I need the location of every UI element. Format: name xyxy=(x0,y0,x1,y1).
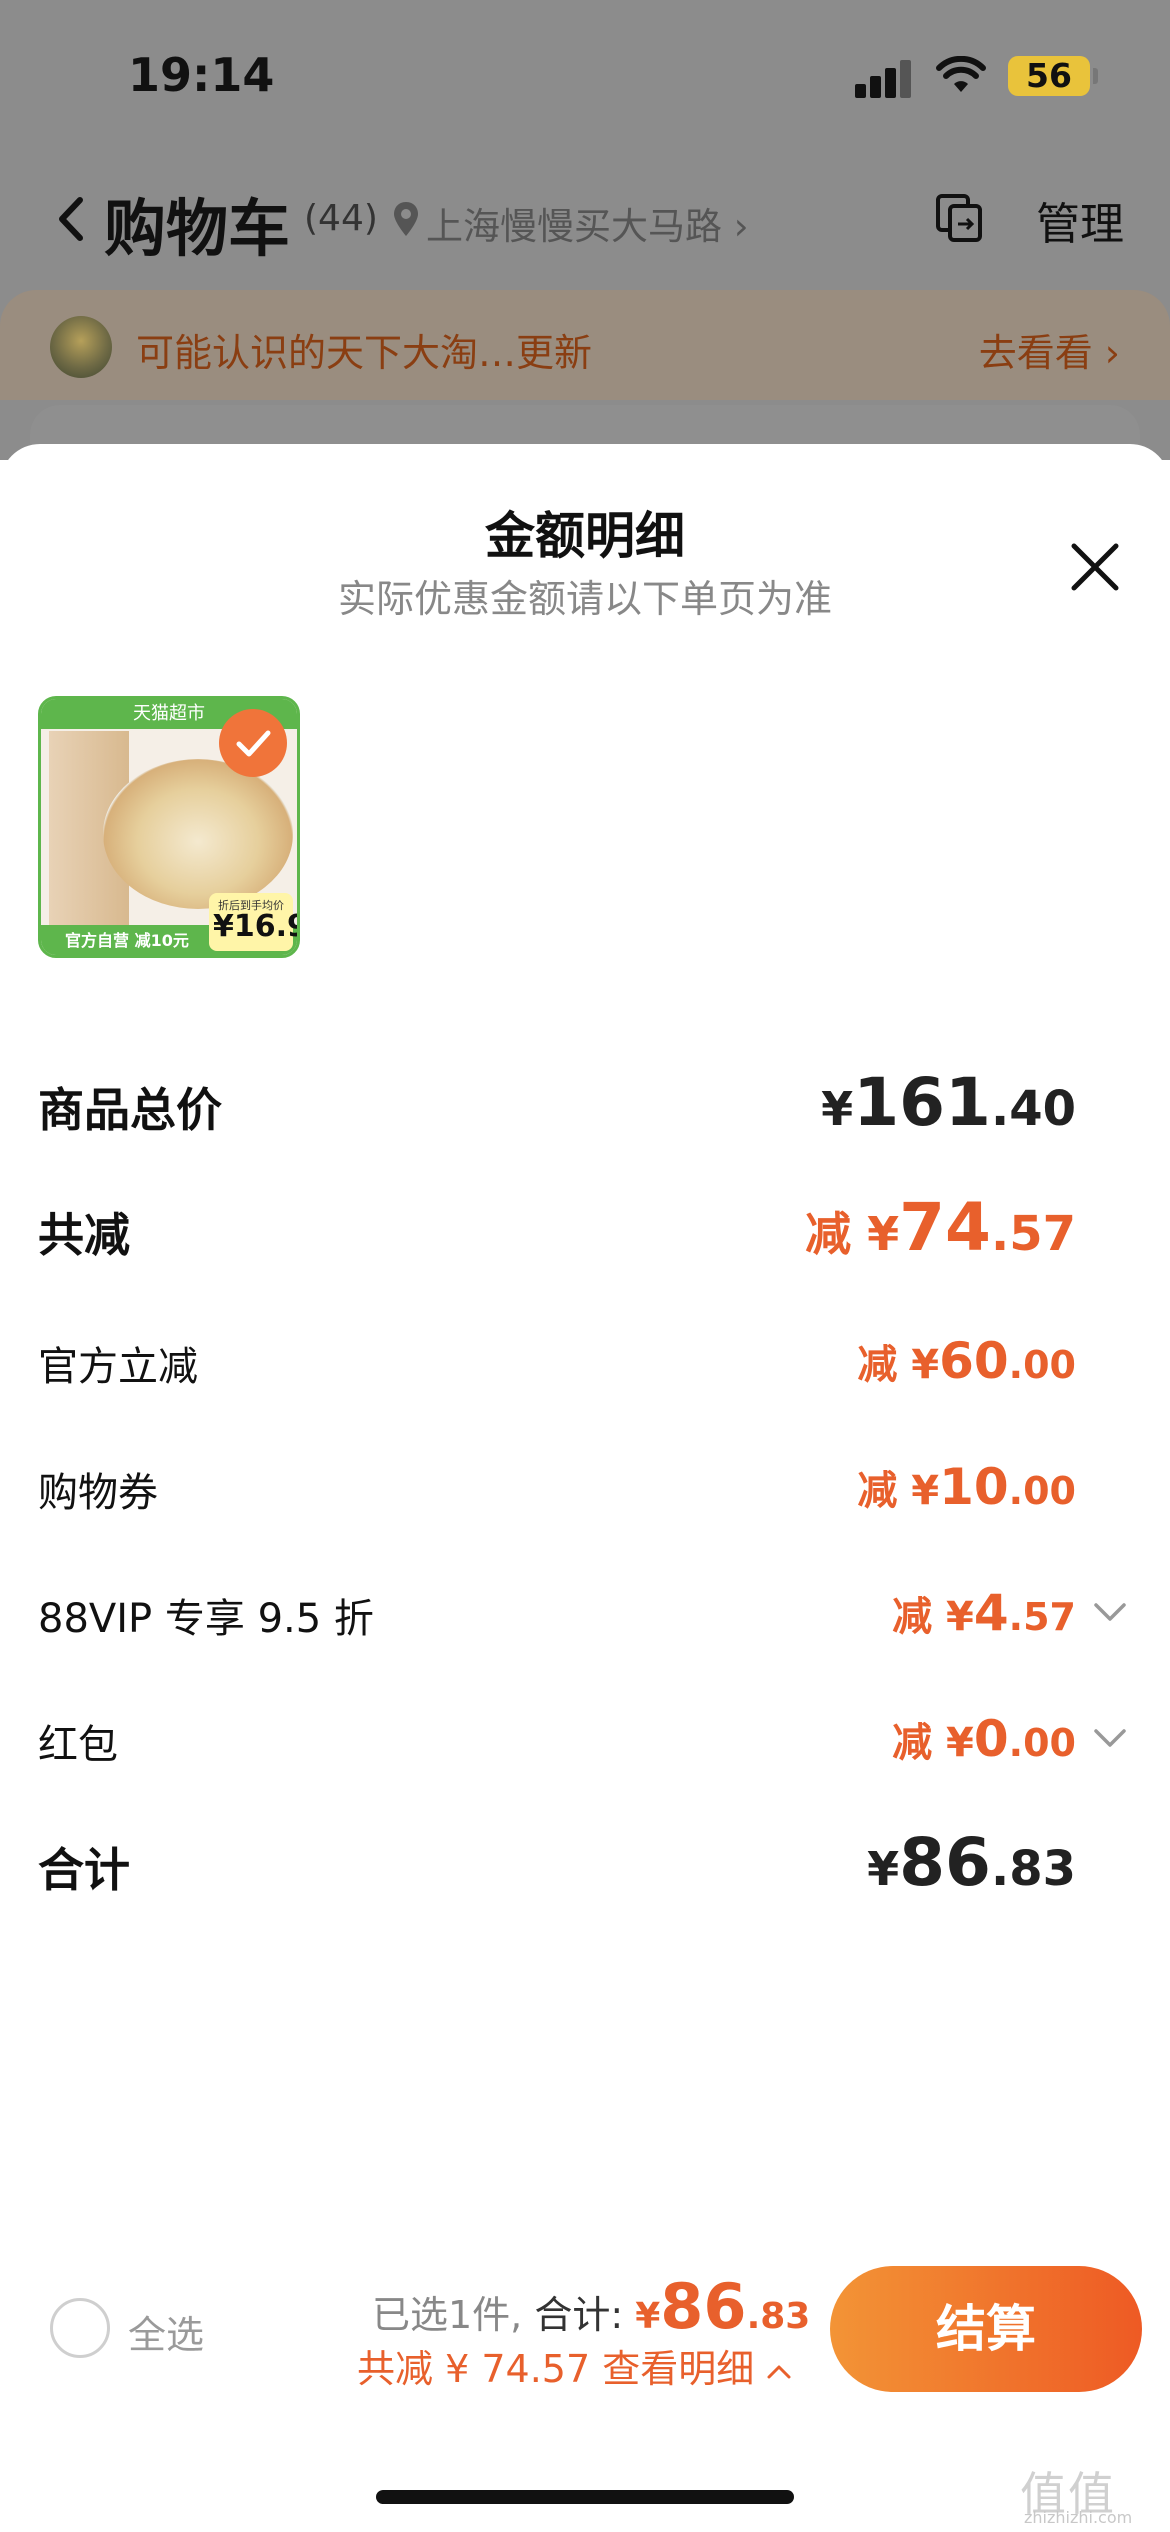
row-label: 共减 xyxy=(38,1208,130,1262)
chevron-down-icon[interactable] xyxy=(1092,1600,1128,1624)
status-bar: 19:14 56 xyxy=(0,0,1170,150)
total-amount-decimal: .83 xyxy=(746,2296,811,2337)
total-summary: 已选1件, 合计: ¥86.83 xyxy=(372,2270,810,2343)
battery-icon: 56 xyxy=(1008,56,1090,96)
back-icon[interactable] xyxy=(54,194,90,244)
notice-link[interactable]: 去看看 › xyxy=(979,322,1120,377)
signal-icon xyxy=(855,58,915,98)
row-value: 减 ¥60.00 xyxy=(857,1332,1076,1390)
sheet-subtitle: 实际优惠金额请以下单页为准 xyxy=(337,577,832,621)
product-dish-image xyxy=(103,759,293,909)
checkout-button[interactable]: 结算 xyxy=(830,2266,1142,2392)
chevron-up-icon xyxy=(767,2365,791,2378)
row-official-discount: 官方立减 减 ¥60.00 xyxy=(38,1324,1128,1404)
wifi-icon xyxy=(936,56,986,92)
selected-count: 已选1件, xyxy=(372,2293,535,2337)
product-thumbnail[interactable]: 天猫超市 官方自营 减10元 折后到手均价 ¥16.9 xyxy=(38,696,300,958)
avatar xyxy=(50,316,112,378)
notice-text: 可能认识的天下大淘…更新 xyxy=(136,331,593,375)
select-all-radio[interactable] xyxy=(50,2298,110,2358)
total-currency: ¥ xyxy=(635,2296,661,2337)
row-label: 合计 xyxy=(38,1843,130,1897)
row-total: 合计 ¥86.83 xyxy=(38,1824,1128,1904)
row-value: 减 ¥10.00 xyxy=(857,1458,1076,1516)
price-detail-sheet: 金额明细 实际优惠金额请以下单页为准 天猫超市 官方自营 减10元 折后到手均价… xyxy=(0,444,1170,2532)
row-total-discount: 共减 减 ¥74.57 xyxy=(38,1189,1128,1269)
total-label: 合计: xyxy=(534,2293,636,2337)
product-promo-label: 官方自营 减10元 xyxy=(65,931,189,950)
select-all-label[interactable]: 全选 xyxy=(128,2304,204,2359)
friend-notice-banner[interactable]: 可能认识的天下大淘…更新 去看看 › xyxy=(0,290,1170,400)
chevron-down-icon[interactable] xyxy=(1092,1726,1128,1750)
product-price-tag: 折后到手均价 ¥16.9 xyxy=(209,893,297,951)
row-subtotal: 商品总价 ¥161.40 xyxy=(38,1064,1128,1144)
checkmark-icon[interactable] xyxy=(219,709,287,777)
watermark-text: zhizhizhi.com xyxy=(1024,2508,1133,2527)
home-indicator xyxy=(376,2490,794,2504)
row-label: 官方立减 xyxy=(38,1344,198,1390)
row-label: 88VIP 专享 9.5 折 xyxy=(38,1596,374,1642)
location-icon xyxy=(394,202,418,236)
row-coupon: 购物券 减 ¥10.00 xyxy=(38,1450,1128,1530)
status-time: 19:14 xyxy=(128,48,275,102)
row-label: 红包 xyxy=(38,1722,118,1768)
location-selector[interactable]: 上海慢慢买大马路 › xyxy=(426,196,749,250)
view-details-link[interactable]: 共减 ¥ 74.57 查看明细 xyxy=(357,2338,792,2393)
sheet-title: 金额明细 xyxy=(485,507,685,565)
row-value: 减 ¥0.00 xyxy=(892,1710,1076,1768)
total-amount-integer: 86 xyxy=(660,2270,747,2343)
discount-summary: 共减 ¥ 74.57 查看明细 xyxy=(357,2347,755,2391)
row-value: ¥161.40 xyxy=(821,1064,1076,1141)
close-icon[interactable] xyxy=(1068,540,1122,594)
battery-tip xyxy=(1093,68,1098,84)
price-tag-value: ¥16.9 xyxy=(213,909,300,944)
page-title: 购物车 xyxy=(104,192,291,265)
row-vip-discount[interactable]: 88VIP 专享 9.5 折 减 ¥4.57 xyxy=(38,1576,1128,1656)
row-value: 减 ¥4.57 xyxy=(892,1584,1076,1642)
row-value: ¥86.83 xyxy=(867,1824,1076,1901)
background-page: 19:14 56 购物车 (44) 上海慢慢买大马路 › 管理 可能认识的天下大… xyxy=(0,0,1170,465)
nav-bar: 购物车 (44) 上海慢慢买大马路 › 管理 xyxy=(0,170,1170,270)
row-red-packet[interactable]: 红包 减 ¥0.00 xyxy=(38,1702,1128,1782)
cart-count: (44) xyxy=(304,198,378,239)
row-value: 减 ¥74.57 xyxy=(805,1189,1076,1266)
row-label: 商品总价 xyxy=(38,1083,222,1137)
row-label: 购物券 xyxy=(38,1470,158,1516)
share-cart-icon[interactable] xyxy=(934,192,986,244)
watermark: 值值值 zhizhizhi.com xyxy=(1020,2458,1160,2528)
manage-button[interactable]: 管理 xyxy=(1036,188,1124,252)
